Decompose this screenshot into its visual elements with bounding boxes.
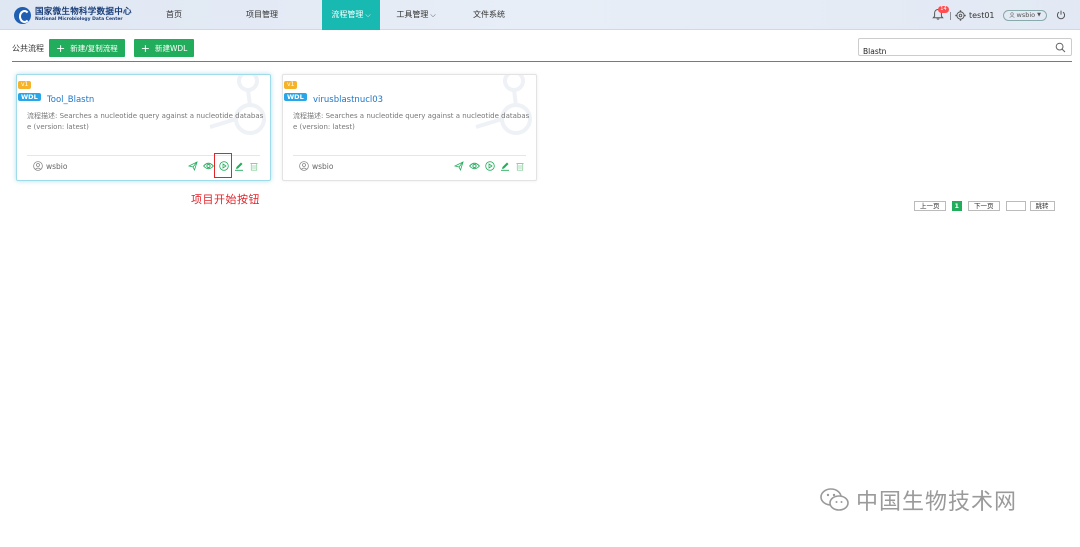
new-wdl-button[interactable]: + 新建WDL [133,39,195,57]
workflow-card[interactable]: v1 WDL Tool_Blastn 流程描述: Searches a nucl… [16,74,271,181]
nav-home[interactable]: 首页 [146,0,202,30]
pencil-icon [501,162,509,171]
card-owner: wsbio [299,161,333,171]
card-owner: wsbio [33,161,67,171]
search-box [858,38,1072,60]
card-actions [449,161,525,171]
chevron-down-icon: ⌵ [365,11,371,19]
type-badge: WDL [284,93,307,101]
page-number-current[interactable]: 1 [951,201,963,211]
notification-badge: 14 [938,6,949,13]
toolbar-divider [12,61,1072,62]
header-user-area: 14 | test01 wsbio ▼ [932,0,1066,30]
eye-icon [203,162,214,170]
caret-down-icon: ▼ [1037,12,1041,18]
send-icon [454,161,464,171]
nav-projects[interactable]: 项目管理 [214,0,310,30]
version-badge: v1 [18,81,32,89]
nav-workflows[interactable]: 流程管理 ⌵ [322,0,380,30]
power-icon[interactable] [1056,10,1066,20]
version-badge: v1 [284,81,298,89]
share-button[interactable] [454,161,464,171]
pencil-icon [235,162,243,171]
logo-subtitle: National Microbiology Data Center [35,17,123,22]
type-badge: WDL [18,93,41,101]
card-description: 流程描述: Searches a nucleotide query agains… [293,112,530,131]
send-icon [188,161,198,171]
jump-button[interactable]: 跳转 [1029,201,1055,211]
card-description: 流程描述: Searches a nucleotide query agains… [27,112,264,131]
user-circle-icon [299,161,309,171]
search-input[interactable] [859,43,1049,60]
annotation-label: 项目开始按钮 [191,193,260,206]
share-button[interactable] [188,161,198,171]
card-title[interactable]: Tool_Blastn [47,95,94,105]
trash-icon [250,163,258,171]
pagination: 上一页 1 下一页 跳转 [914,201,1055,211]
molecule-decoration-icon [475,75,532,135]
nav-tools[interactable]: 工具管理 ⌵ [388,0,444,30]
run-button[interactable] [485,161,495,171]
user-circle-icon [33,161,43,171]
separator: | [949,10,952,20]
logo-title: 国家微生物科学数据中心 [35,6,132,17]
user-icon [1008,12,1015,18]
logo[interactable]: 国家微生物科学数据中心 National Microbiology Data C… [14,4,132,26]
view-button[interactable] [203,161,214,171]
main-nav: 首页 项目管理 流程管理 ⌵ 工具管理 ⌵ 文件系统 [146,0,526,30]
next-page-button[interactable]: 下一页 [968,201,1000,211]
eye-icon [469,162,480,170]
workflow-toolbar: 公共流程 + 新建/复制流程 + 新建WDL [12,39,203,57]
edit-button[interactable] [500,161,510,171]
view-button[interactable] [469,161,480,171]
prev-page-button[interactable]: 上一页 [914,201,946,211]
top-navbar: 国家微生物科学数据中心 National Microbiology Data C… [0,0,1080,30]
new-copy-workflow-button[interactable]: + 新建/复制流程 [49,39,125,57]
role-label: wsbio [1016,11,1036,19]
role-selector[interactable]: wsbio ▼ [1002,9,1047,21]
notification-button[interactable]: 14 [932,6,949,22]
logo-icon [14,6,31,24]
page-jump-input[interactable] [1005,201,1026,211]
nav-files[interactable]: 文件系统 [452,0,526,30]
card-title[interactable]: virusblastnucl03 [313,95,383,105]
run-button-highlight [214,153,232,178]
play-circle-icon [485,161,495,171]
wechat-icon [820,488,849,511]
delete-button[interactable] [249,161,259,171]
watermark: 中国生物技术网 [820,484,1017,516]
chevron-down-icon: ⌵ [430,11,436,19]
trash-icon [516,163,524,171]
plus-icon: + [56,41,66,55]
gear-icon[interactable] [955,9,966,21]
card-divider [293,155,526,156]
delete-button[interactable] [515,161,525,171]
breadcrumb: 公共流程 [12,43,44,53]
workflow-card[interactable]: v1 WDL virusblastnucl03 流程描述: Searches a… [282,74,537,181]
username[interactable]: test01 [969,11,995,20]
edit-button[interactable] [234,161,244,171]
molecule-decoration-icon [209,75,266,135]
search-icon[interactable] [1055,42,1066,53]
plus-icon: + [140,41,150,55]
